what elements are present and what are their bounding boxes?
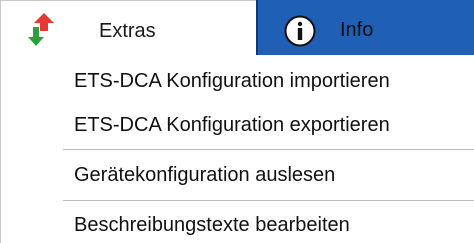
extras-menu: ETS-DCA Konfiguration importieren ETS-DC…	[0, 55, 474, 243]
menu-item-label: Gerätekonfiguration auslesen	[74, 164, 336, 186]
dca-extras-menu: Extras Info ETS-DCA Konfiguration import…	[0, 0, 474, 243]
menu-separator	[63, 200, 474, 201]
menu-item-read-device-config[interactable]: Gerätekonfiguration auslesen	[1, 155, 474, 195]
tab-extras-label: Extras	[99, 20, 156, 42]
menu-item-label: ETS-DCA Konfiguration exportieren	[74, 114, 390, 136]
tab-info-label: Info	[340, 19, 374, 41]
menu-item-export-config[interactable]: ETS-DCA Konfiguration exportieren	[1, 105, 474, 145]
menu-item-edit-descriptions[interactable]: Beschreibungstexte bearbeiten	[1, 205, 474, 243]
menu-separator	[63, 149, 474, 150]
up-down-arrows-icon	[28, 13, 54, 46]
menu-item-label: Beschreibungstexte bearbeiten	[74, 214, 350, 236]
menu-item-label: ETS-DCA Konfiguration importieren	[74, 70, 390, 92]
info-icon	[284, 15, 316, 47]
tab-strip: Extras Info	[0, 0, 474, 55]
tab-extras[interactable]: Extras	[0, 0, 256, 55]
menu-item-import-config[interactable]: ETS-DCA Konfiguration importieren	[1, 61, 474, 101]
tab-info[interactable]: Info	[256, 0, 474, 55]
